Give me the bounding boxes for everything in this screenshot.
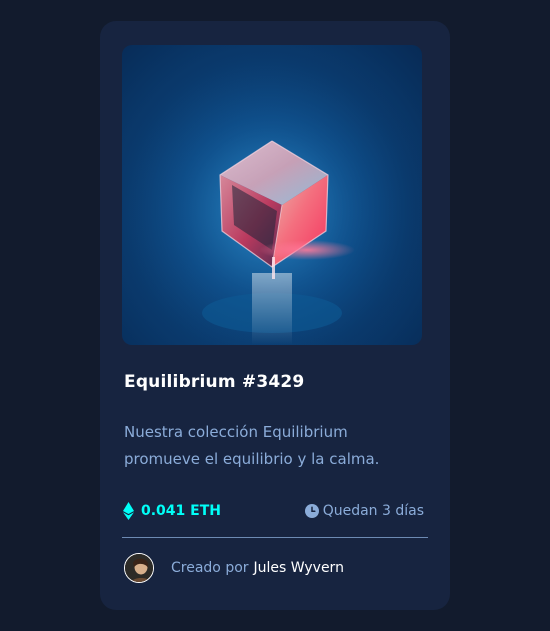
equilibrium-cube-image: [122, 45, 422, 345]
avatar: [124, 553, 154, 583]
divider: [122, 537, 428, 538]
time-left: Quedan 3 días: [304, 501, 424, 521]
creator: Creado por Jules Wyvern: [124, 552, 344, 584]
avatar-image: [125, 554, 153, 582]
time-left-text: Quedan 3 días: [322, 503, 424, 519]
creator-label: Creado por: [171, 560, 249, 576]
nft-description: Nuestra colección Equilibrium promueve e…: [124, 423, 380, 468]
creator-name-link[interactable]: Jules Wyvern: [254, 560, 344, 576]
nft-image[interactable]: [122, 45, 422, 345]
clock-icon: [304, 504, 319, 518]
price-value: 0.041 ETH: [141, 503, 221, 519]
nft-card: Equilibrium #3429 Nuestra colección Equi…: [100, 21, 450, 610]
price: 0.041 ETH: [123, 501, 221, 521]
ethereum-icon: [123, 502, 134, 520]
nft-title[interactable]: Equilibrium #3429: [124, 372, 304, 392]
